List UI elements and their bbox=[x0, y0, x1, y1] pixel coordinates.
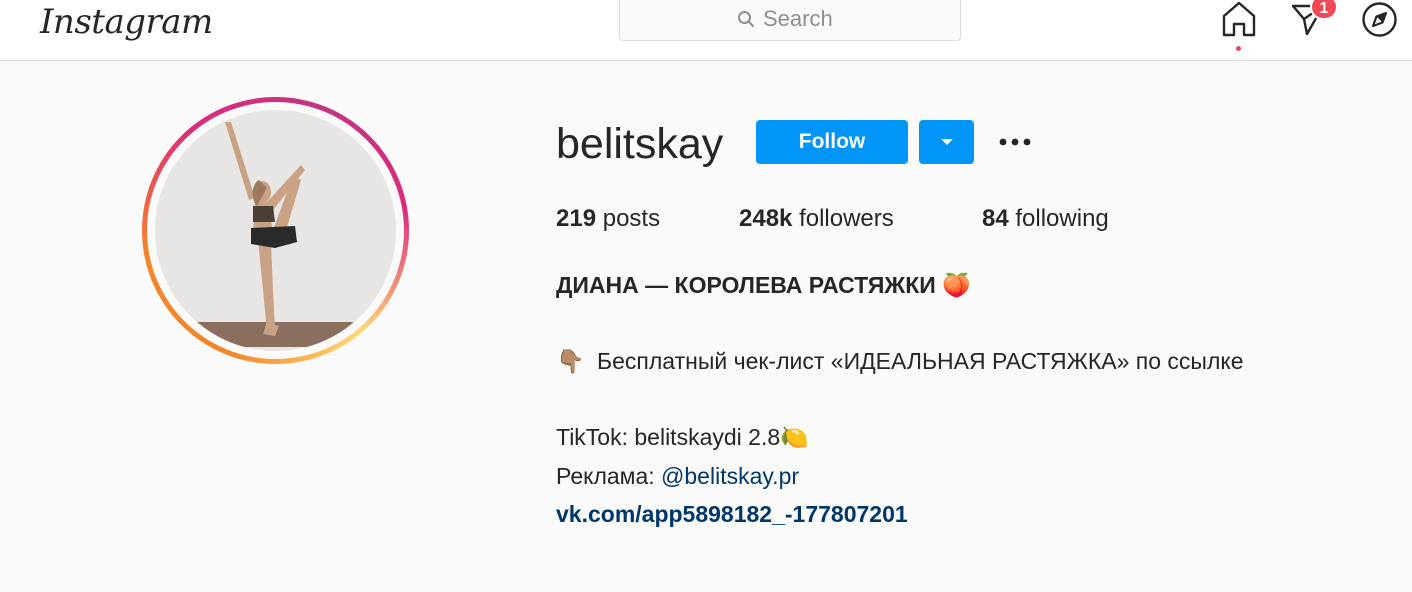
bio-website-line: vk.com/app5898182_-177807201 bbox=[556, 499, 908, 529]
avatar-photo bbox=[155, 110, 392, 347]
bio-tiktok-text: TikTok: belitskaydi 2.8 bbox=[556, 424, 781, 450]
follow-button[interactable]: Follow bbox=[756, 120, 908, 164]
profile-avatar bbox=[155, 110, 396, 351]
profile-username: belitskay bbox=[556, 120, 724, 168]
search-input[interactable] bbox=[763, 5, 843, 32]
search-box[interactable] bbox=[619, 0, 961, 41]
avatar-gap bbox=[147, 102, 404, 359]
more-options-button[interactable] bbox=[994, 126, 1036, 158]
bio-title-line: ДИАНА — КОРОЛЕВА РАСТЯЖКИ 🍑 bbox=[556, 270, 971, 300]
notification-badge: 1 bbox=[1310, 0, 1338, 20]
followers-label: followers bbox=[799, 205, 894, 232]
pointing-down-emoji: 👇🏽 bbox=[556, 348, 585, 374]
bio-checklist-line: 👇🏽 Бесплатный чек-лист «ИДЕАЛЬНАЯ РАСТЯЖ… bbox=[556, 346, 1244, 376]
followers-count: 248k bbox=[739, 205, 793, 232]
bio-ads-label: Реклама: bbox=[556, 463, 662, 489]
ads-mention-link[interactable]: @belitskay.pr bbox=[661, 463, 799, 489]
followers-stat[interactable]: 248k followers bbox=[739, 204, 894, 234]
chevron-down-icon bbox=[940, 138, 953, 145]
website-link[interactable]: vk.com/app5898182_-177807201 bbox=[556, 501, 908, 527]
top-navigation-bar: Instagram 1 bbox=[0, 0, 1412, 61]
following-label: following bbox=[1015, 205, 1109, 232]
posts-stat: 219 posts bbox=[556, 204, 660, 234]
following-count: 84 bbox=[982, 205, 1009, 232]
posts-label: posts bbox=[602, 205, 661, 232]
bio-title: ДИАНА — КОРОЛЕВА РАСТЯЖКИ bbox=[556, 272, 936, 298]
bio-tiktok-line: TikTok: belitskaydi 2.8🍋 bbox=[556, 422, 809, 452]
peach-emoji: 🍑 bbox=[942, 272, 971, 298]
home-icon[interactable] bbox=[1220, 0, 1258, 43]
search-icon bbox=[737, 10, 755, 28]
suggestions-dropdown-button[interactable] bbox=[919, 120, 974, 164]
bio-checklist-text: Бесплатный чек-лист «ИДЕАЛЬНАЯ РАСТЯЖКА»… bbox=[597, 348, 1244, 374]
instagram-logo[interactable]: Instagram bbox=[40, 0, 213, 44]
posts-count: 219 bbox=[556, 205, 597, 232]
explore-compass-icon[interactable] bbox=[1361, 1, 1398, 43]
home-activity-dot bbox=[1236, 46, 1241, 51]
bio-ads-line: Реклама: @belitskay.pr bbox=[556, 461, 799, 491]
following-stat[interactable]: 84 following bbox=[982, 204, 1109, 234]
lemon-emoji: 🍋 bbox=[780, 424, 809, 450]
story-ring[interactable] bbox=[142, 97, 409, 364]
more-options-icon bbox=[999, 138, 1031, 146]
